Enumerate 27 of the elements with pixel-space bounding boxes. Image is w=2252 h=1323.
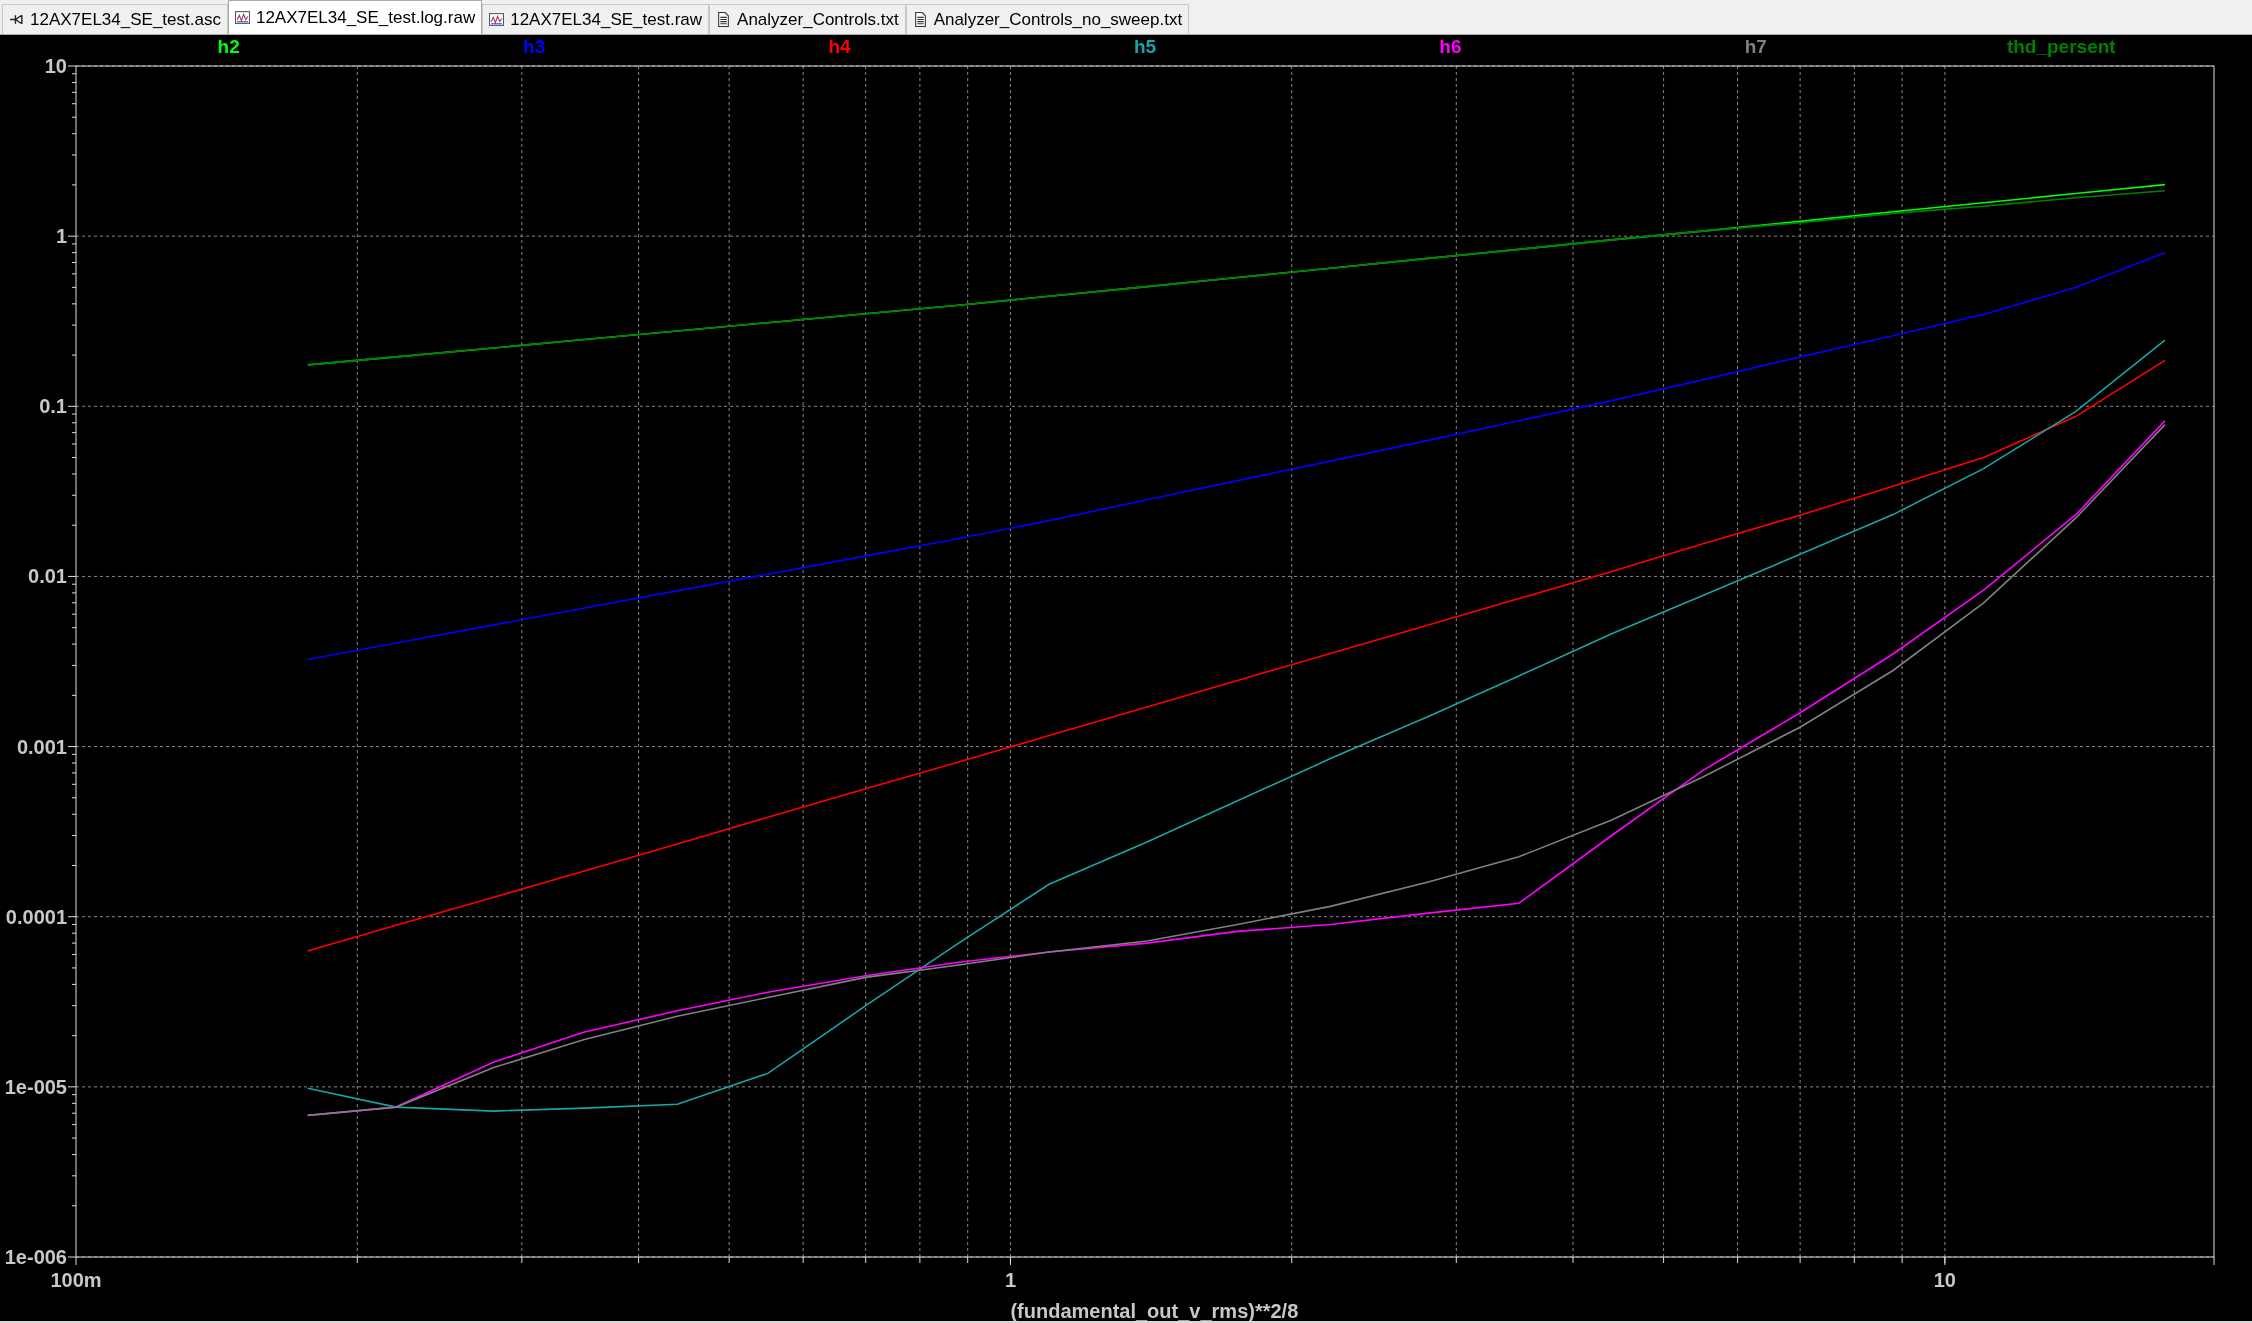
schematic-icon: [9, 12, 24, 27]
y-tick-label: 0.1: [39, 395, 67, 418]
legend-label[interactable]: h7: [1744, 36, 1767, 57]
file-tab[interactable]: 12AX7EL34_SE_test.raw: [482, 4, 710, 34]
y-tick-label: 0.001: [16, 735, 67, 758]
file-tab[interactable]: 12AX7EL34_SE_test.asc: [2, 4, 228, 34]
legend-label[interactable]: h4: [828, 36, 851, 57]
legend-label[interactable]: h6: [1439, 36, 1462, 57]
waveform-icon: [489, 12, 505, 27]
y-tick-label: 0.0001: [5, 905, 67, 928]
x-tick-label: 100m: [50, 1269, 102, 1291]
x-tick-label: 1: [1004, 1269, 1016, 1291]
y-tick-label: 1e-006: [4, 1246, 67, 1268]
waveform-icon: [234, 10, 250, 25]
document-icon: [716, 12, 732, 27]
file-tab[interactable]: Analyzer_Controls_no_sweep.txt: [905, 4, 1190, 34]
file-tab[interactable]: 12AX7EL34_SE_test.log.raw: [227, 0, 483, 34]
y-tick-label: 1: [55, 225, 67, 248]
document-icon: [912, 12, 928, 27]
y-tick-label: 0.01: [28, 565, 67, 588]
y-tick-label: 1e-005: [4, 1075, 67, 1098]
legend-label[interactable]: h5: [1133, 36, 1157, 57]
legend-label[interactable]: h2: [217, 36, 240, 57]
file-tab[interactable]: Analyzer_Controls.txt: [709, 4, 906, 34]
x-tick-label: 10: [1933, 1269, 1956, 1291]
y-tick-label: 10: [44, 55, 67, 77]
legend-label[interactable]: thd_persent: [2006, 36, 2116, 57]
